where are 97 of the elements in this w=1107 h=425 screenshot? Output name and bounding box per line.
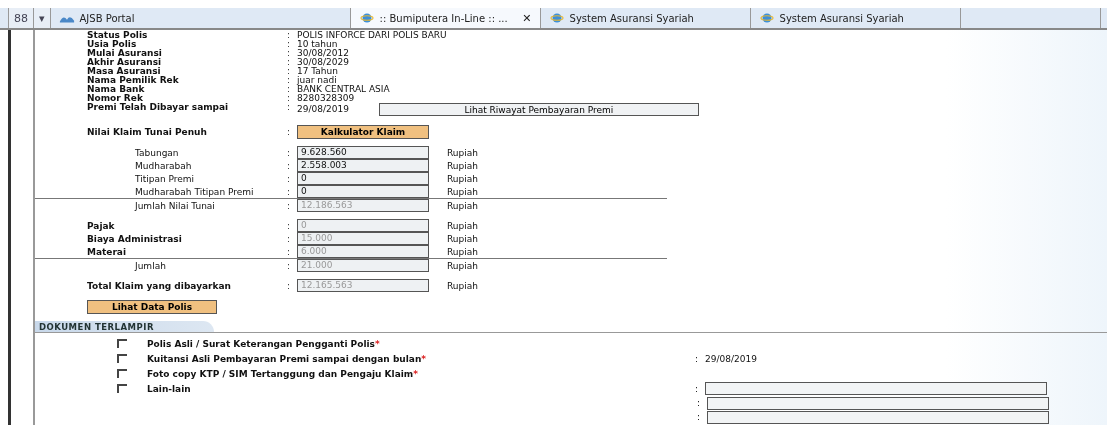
field-value: 30/08/2012 [297, 49, 349, 58]
field-value: 29/08/2019 [705, 353, 757, 364]
colon: : [287, 127, 292, 137]
colon: : [287, 85, 292, 94]
colon: : [287, 31, 292, 40]
payment-history-button[interactable]: Lihat Riwayat Pembayaran Premi [378, 103, 699, 116]
close-icon[interactable]: ✕ [522, 11, 532, 25]
policy-data-button[interactable]: Lihat Data Polis [87, 300, 217, 314]
field-value: 8280328309 [297, 94, 355, 103]
field-label: Status Polis [86, 31, 149, 40]
section-title: DOKUMEN TERLAMPIR [35, 321, 214, 332]
browser-tab[interactable]: System Asuransi Syariah [750, 8, 961, 28]
colon: : [287, 147, 292, 158]
currency-label: Rupiah [446, 280, 479, 291]
amount-label: Mudharabah [134, 160, 193, 171]
colon: : [287, 49, 292, 58]
field-value: 17 Tahun [297, 67, 338, 76]
browser-e-icon [358, 12, 375, 24]
currency-label: Rupiah [446, 160, 479, 171]
colon: : [287, 173, 292, 184]
field-value: POLIS INFORCE DARI POLIS BARU [297, 31, 447, 40]
colon: : [695, 353, 700, 364]
document-label: Kuitansi Asli Pembayaran Premi sampai dengan bulan* [147, 353, 428, 364]
currency-label: Rupiah [446, 260, 479, 271]
checkbox[interactable] [117, 339, 127, 348]
field-value: 30/08/2029 [297, 58, 349, 67]
checkbox[interactable] [117, 354, 127, 363]
field-label: Usia Polis [86, 40, 138, 49]
amount-field[interactable]: 0 [297, 185, 429, 198]
currency-label: Rupiah [446, 186, 479, 197]
colon: : [697, 398, 702, 408]
currency-label: Rupiah [446, 246, 479, 257]
currency-label: Rupiah [446, 147, 479, 158]
colon: : [287, 200, 292, 211]
field-value: juar nadi [297, 76, 337, 85]
amount-label: Materai [86, 246, 128, 257]
colon: : [287, 40, 292, 49]
currency-label: Rupiah [446, 220, 479, 231]
amount-label: Total Klaim yang dibayarkan [86, 280, 232, 291]
checkbox[interactable] [117, 369, 127, 378]
tab-label: :: Bumiputera In-Line :: ... [379, 12, 508, 24]
colon: : [287, 246, 292, 257]
claim-calculator-button[interactable]: Kalkulator Klaim [297, 125, 429, 139]
amount-field[interactable]: 0 [297, 172, 429, 185]
colon: : [695, 383, 700, 394]
tab-label: System Asuransi Syariah [569, 12, 694, 24]
colon: : [697, 412, 702, 422]
colon: : [287, 186, 292, 197]
colon: : [287, 160, 292, 171]
colon: : [287, 67, 292, 76]
field-label: Mulai Asuransi [86, 49, 163, 58]
colon: : [287, 94, 292, 103]
document-label: Polis Asli / Surat Keterangan Pengganti Polis* [147, 338, 381, 349]
amount-label: Pajak [86, 220, 116, 231]
document-label: Lain-lain [147, 383, 192, 394]
browser-tab[interactable]: System Asuransi Syariah [540, 8, 751, 28]
field-value: BANK CENTRAL ASIA [297, 85, 390, 94]
colon: : [287, 220, 292, 231]
amount-label: Jumlah Nilai Tunai [133, 200, 216, 211]
colon: : [287, 58, 292, 67]
browser-e-icon [548, 12, 565, 24]
field-label: Masa Asuransi [86, 67, 162, 76]
amount-label: Jumlah [133, 260, 167, 271]
field-label: Nama Pemilik Rek [86, 76, 180, 85]
tab-list-dropdown[interactable]: ▾ [34, 8, 51, 28]
field-label: Nilai Klaim Tunai Penuh [86, 127, 208, 137]
amount-field[interactable]: 2.558.003 [297, 159, 429, 172]
field-value: 10 tahun [297, 40, 338, 49]
amount-field[interactable]: 9.628.560 [297, 146, 429, 159]
colon: : [287, 280, 292, 291]
checkbox[interactable] [117, 384, 127, 393]
field-label: Akhir Asuransi [86, 58, 163, 67]
amount-label: Biaya Administrasi [86, 233, 183, 244]
currency-label: Rupiah [446, 200, 479, 211]
tab-label: AJSB Portal [79, 12, 135, 24]
input-field[interactable] [707, 410, 1049, 424]
input-field[interactable] [707, 396, 1049, 410]
amount-label: Mudharabah Titipan Premi [134, 186, 255, 197]
amount-label: Tabungan [134, 147, 180, 158]
document-label: Foto copy KTP / SIM Tertanggung dan Pengaju Klaim* [147, 368, 419, 379]
input-field[interactable] [705, 382, 1047, 395]
field-label: Nama Bank [86, 85, 146, 94]
colon: : [287, 76, 292, 85]
browser-tab[interactable]: :: Bumiputera In-Line :: ... ✕ [350, 8, 541, 28]
browser-tab[interactable]: AJSB Portal [50, 8, 351, 28]
currency-label: Rupiah [446, 233, 479, 244]
tab-label: System Asuransi Syariah [779, 12, 904, 24]
colon: : [287, 103, 292, 114]
field-label: Premi Telah Dibayar sampai [86, 103, 230, 114]
amount-label: Titipan Premi [134, 173, 196, 184]
browser-e-icon [758, 12, 775, 24]
field-value: 29/08/2019 [297, 105, 349, 114]
colon: : [287, 233, 292, 244]
colon: : [287, 260, 292, 271]
field-label: Nomor Rek [86, 94, 144, 103]
currency-label: Rupiah [446, 173, 479, 184]
tab-grid-button[interactable]: 88 [8, 8, 34, 28]
